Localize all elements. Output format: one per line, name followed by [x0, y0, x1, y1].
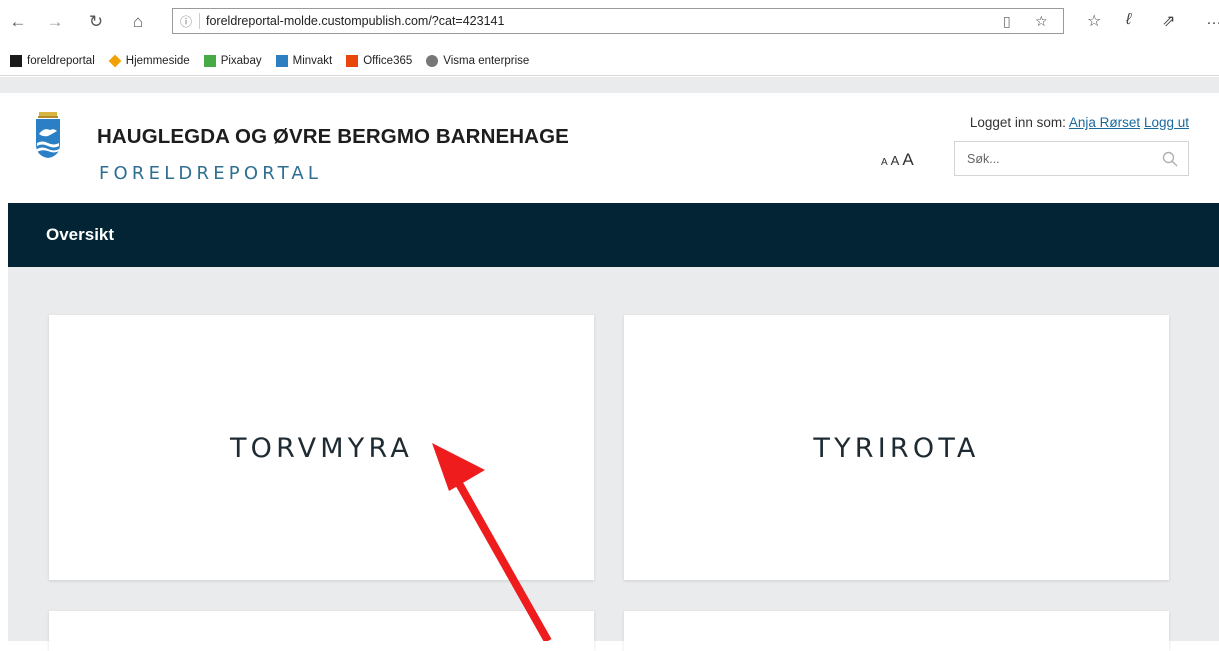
minvakt-favicon-icon [275, 54, 288, 67]
back-arrow-icon[interactable]: ← [8, 12, 28, 32]
share-icon[interactable]: ⇗ [1162, 11, 1175, 31]
department-card-torvmyra[interactable]: TORVMYRA [49, 315, 594, 580]
refresh-icon[interactable]: ↻ [86, 12, 106, 32]
address-url[interactable]: foreldreportal-molde.custompublish.com/?… [206, 14, 504, 28]
favorite-item[interactable]: Pixabay [203, 54, 262, 67]
nav-item-oversikt[interactable]: Oversikt [46, 225, 114, 245]
favorite-label: Minvakt [292, 54, 333, 67]
search-icon[interactable] [1162, 151, 1178, 167]
login-status: Logget inn som: Anja Rørset Logg ut [970, 115, 1189, 130]
reading-view-icon[interactable]: ▯ [1003, 13, 1011, 30]
pen-notes-icon[interactable]: ℓ [1126, 11, 1131, 29]
pixabay-favicon-icon [203, 54, 216, 67]
department-card-partial[interactable] [624, 611, 1169, 651]
favorite-star-icon[interactable]: ☆ [1035, 13, 1048, 30]
address-bar[interactable]: ⓘ foreldreportal-molde.custompublish.com… [172, 8, 1064, 34]
main-nav-bar: Oversikt [8, 203, 1219, 267]
browser-toolbar: ← → ↻ ⌂ ⓘ foreldreportal-molde.custompub… [0, 0, 1219, 46]
favorite-label: Hjemmeside [125, 54, 190, 67]
search-input[interactable] [967, 151, 1157, 166]
favorite-item[interactable]: Hjemmeside [108, 54, 190, 67]
font-size-medium-button[interactable]: A [891, 153, 900, 168]
more-menu-icon[interactable]: … [1206, 11, 1219, 29]
site-info-icon[interactable]: ⓘ [173, 13, 199, 30]
favorite-label: Visma enterprise [443, 54, 530, 67]
visma-favicon-icon [426, 54, 439, 67]
municipality-crest-icon[interactable] [35, 112, 61, 158]
diamond-favicon-icon [108, 54, 122, 67]
favorite-item[interactable]: Visma enterprise [426, 54, 530, 67]
department-card-tyrirota[interactable]: TYRIROTA [624, 315, 1169, 580]
office-favicon-icon [346, 54, 359, 67]
site-subtitle: FORELDREPORTAL [99, 163, 323, 184]
favorite-label: foreldreportal [27, 54, 95, 67]
site-title[interactable]: HAUGLEGDA OG ØVRE BERGMO BARNEHAGE [97, 125, 569, 149]
search-box [954, 141, 1189, 176]
favorite-label: Pixabay [220, 54, 262, 67]
card-label: TORVMYRA [229, 433, 414, 464]
ep-favicon-icon [10, 54, 22, 67]
page: HAUGLEGDA OG ØVRE BERGMO BARNEHAGE FOREL… [8, 93, 1219, 651]
card-label: TYRIROTA [813, 433, 980, 464]
favorite-item[interactable]: foreldreportal [10, 54, 95, 67]
font-size-control: A A A [881, 150, 914, 170]
user-name-link[interactable]: Anja Rørset [1069, 115, 1140, 130]
favorite-item[interactable]: Minvakt [275, 54, 333, 67]
department-card-partial[interactable] [49, 611, 594, 651]
forward-arrow-icon[interactable]: → [45, 12, 65, 32]
site-header: HAUGLEGDA OG ØVRE BERGMO BARNEHAGE FOREL… [8, 93, 1219, 203]
logout-link[interactable]: Logg ut [1144, 115, 1189, 130]
font-size-small-button[interactable]: A [881, 157, 888, 168]
home-icon[interactable]: ⌂ [128, 12, 148, 32]
favorite-label: Office365 [363, 54, 413, 67]
favorite-item[interactable]: Office365 [346, 54, 413, 67]
page-top-strip [0, 77, 1219, 93]
address-separator [199, 13, 200, 29]
favorites-hub-icon[interactable]: ☆ [1087, 11, 1101, 31]
login-prefix: Logget inn som: [969, 115, 1066, 130]
font-size-large-button[interactable]: A [902, 150, 913, 170]
favorites-bar: foreldreportal Hjemmeside Pixabay Minvakt Of… [0, 46, 1219, 76]
